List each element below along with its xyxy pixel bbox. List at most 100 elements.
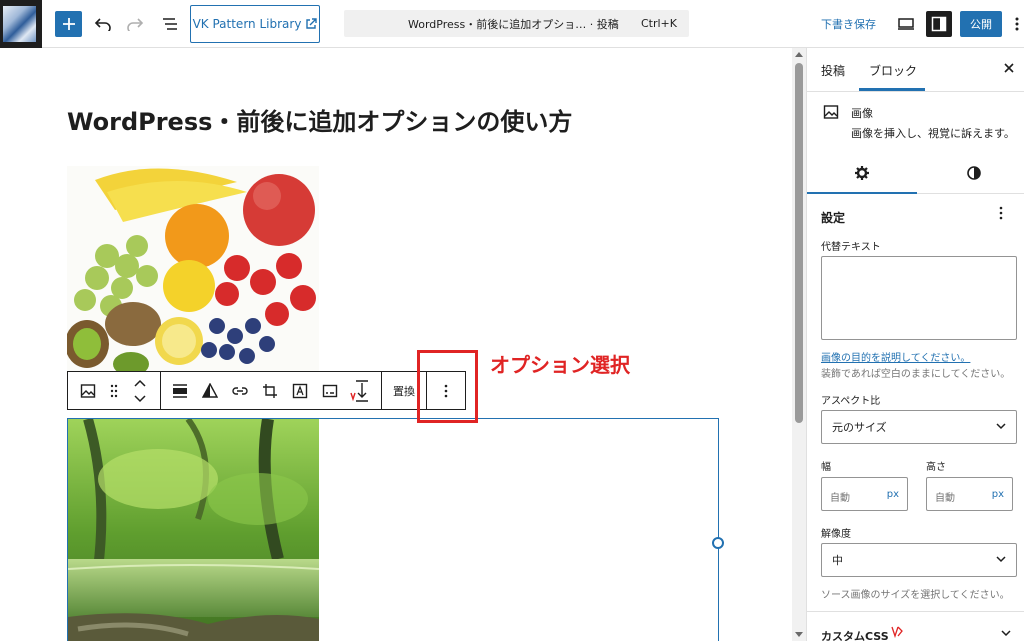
block-type-button[interactable] <box>72 372 104 409</box>
sidebar-tabs: 投稿 ブロック <box>807 48 1024 92</box>
command-shortcut: Ctrl+K <box>640 17 677 30</box>
duotone-button[interactable] <box>196 372 224 409</box>
resize-handle[interactable] <box>712 537 724 549</box>
settings-toggle-button[interactable] <box>926 11 952 37</box>
crop-button[interactable] <box>256 372 284 409</box>
close-sidebar-button[interactable] <box>1003 59 1015 78</box>
crop-icon <box>263 383 277 398</box>
link-button[interactable] <box>226 372 254 409</box>
half-circle-icon <box>967 166 981 180</box>
add-block-button[interactable] <box>55 11 82 37</box>
drag-button[interactable] <box>104 372 124 409</box>
aspect-ratio-select[interactable]: 元のサイズ <box>821 410 1017 444</box>
publish-button[interactable]: 公開 <box>960 11 1002 37</box>
height-label: 高さ <box>926 462 946 473</box>
panel-options-button[interactable] <box>999 206 1003 223</box>
block-inspector-tabs <box>807 152 1024 194</box>
chevron-down-icon <box>996 556 1006 563</box>
vk-pattern-library-button[interactable]: VK Pattern Library <box>190 5 320 43</box>
sidebar-settings-icon <box>931 16 947 32</box>
site-icon[interactable] <box>0 0 42 48</box>
site-icon-image <box>3 6 36 42</box>
alt-text-help-link[interactable]: 画像の目的を説明してください。 <box>821 349 970 364</box>
settings-sidebar: 投稿 ブロック 画像 画像を挿入し、視覚に訴えます。 設定 代替テキスト 画像の… <box>806 48 1024 641</box>
undo-icon <box>94 18 111 31</box>
scroll-thumb[interactable] <box>795 63 803 423</box>
document-overview-button[interactable] <box>158 12 182 36</box>
text-overlay-button[interactable] <box>286 372 314 409</box>
caption-button[interactable] <box>316 372 344 409</box>
fruits-photo <box>67 166 319 372</box>
tab-styles[interactable] <box>963 162 985 184</box>
custom-css-title: カスタムCSS <box>821 630 889 641</box>
external-link-icon <box>306 18 318 29</box>
fruits-image[interactable] <box>67 166 319 372</box>
aspect-ratio-label: アスペクト比 <box>821 396 881 407</box>
height-input[interactable]: 自動 px <box>926 477 1013 511</box>
block-card: 画像 画像を挿入し、視覚に訴えます。 <box>807 92 1024 148</box>
align-button[interactable] <box>166 372 194 409</box>
height-placeholder: 自動 <box>935 493 955 504</box>
link-icon <box>232 386 248 395</box>
canvas-scrollbar[interactable] <box>792 48 806 641</box>
save-draft-button[interactable]: 下書き保存 <box>821 16 876 32</box>
chevron-down-icon <box>1001 630 1011 637</box>
toolbar-separator <box>381 372 382 409</box>
width-unit[interactable]: px <box>887 489 899 500</box>
alt-text-field[interactable] <box>821 256 1017 340</box>
redo-button[interactable] <box>124 12 146 36</box>
image-icon <box>823 105 839 119</box>
settings-panel-title: 設定 <box>821 211 846 225</box>
more-vertical-icon <box>999 206 1003 220</box>
editor-options-button[interactable] <box>1010 12 1024 36</box>
drag-handle-icon <box>110 384 118 397</box>
undo-button[interactable] <box>92 12 114 36</box>
subtab-active-indicator <box>807 192 917 194</box>
vk-pattern-library-label: VK Pattern Library <box>192 17 302 31</box>
replace-label: 置換 <box>393 384 415 398</box>
width-input[interactable]: 自動 px <box>821 477 908 511</box>
forest-image[interactable] <box>68 419 319 641</box>
tab-post[interactable]: 投稿 <box>821 62 845 79</box>
highlight-box <box>417 350 478 423</box>
vk-insert-icon <box>350 379 368 402</box>
list-view-icon <box>163 18 177 30</box>
text-overlay-icon <box>292 383 308 398</box>
annotation-label: オプション選択 <box>490 353 630 377</box>
view-button[interactable] <box>895 12 917 36</box>
image-icon <box>80 383 96 398</box>
aspect-ratio-value: 元のサイズ <box>832 421 887 434</box>
block-toolbar: 置換 <box>67 371 466 410</box>
gear-icon <box>855 166 869 180</box>
editor-canvas[interactable]: WordPress・前後に追加オプションの使い方 置換 オプション選択 <box>0 48 792 641</box>
resolution-help: ソース画像のサイズを選択してください。 <box>821 590 1010 601</box>
plus-icon <box>62 18 75 30</box>
chevron-down-icon <box>996 423 1006 430</box>
command-palette-bar[interactable]: WordPress・前後に追加オプショ… · 投稿 Ctrl+K <box>344 10 689 37</box>
height-unit[interactable]: px <box>992 489 1004 500</box>
resolution-value: 中 <box>832 554 843 567</box>
scroll-down-arrow[interactable] <box>795 632 803 637</box>
vk-insert-button[interactable] <box>346 372 376 409</box>
vk-icon <box>891 626 903 638</box>
forest-river-photo <box>68 419 319 641</box>
document-title: WordPress・前後に追加オプショ… · 投稿 <box>408 17 619 31</box>
close-icon <box>1004 63 1014 73</box>
caption-icon <box>322 384 338 397</box>
tab-settings[interactable] <box>851 162 873 184</box>
tab-block[interactable]: ブロック <box>869 62 917 79</box>
resolution-label: 解像度 <box>821 529 851 540</box>
tab-active-indicator <box>859 88 925 91</box>
move-buttons[interactable] <box>126 372 154 409</box>
editor-top-bar: VK Pattern Library WordPress・前後に追加オプショ… … <box>0 0 1024 48</box>
post-title[interactable]: WordPress・前後に追加オプションの使い方 <box>67 102 572 137</box>
align-icon <box>173 383 187 398</box>
move-up-down-icon <box>134 379 146 402</box>
desktop-view-icon <box>898 18 914 30</box>
scroll-up-arrow[interactable] <box>795 52 803 57</box>
duotone-icon <box>202 382 218 398</box>
custom-css-panel[interactable]: カスタムCSS <box>807 611 1024 641</box>
block-description: 画像を挿入し、視覚に訴えます。 <box>851 127 1015 140</box>
block-name: 画像 <box>851 107 873 120</box>
resolution-select[interactable]: 中 <box>821 543 1017 577</box>
